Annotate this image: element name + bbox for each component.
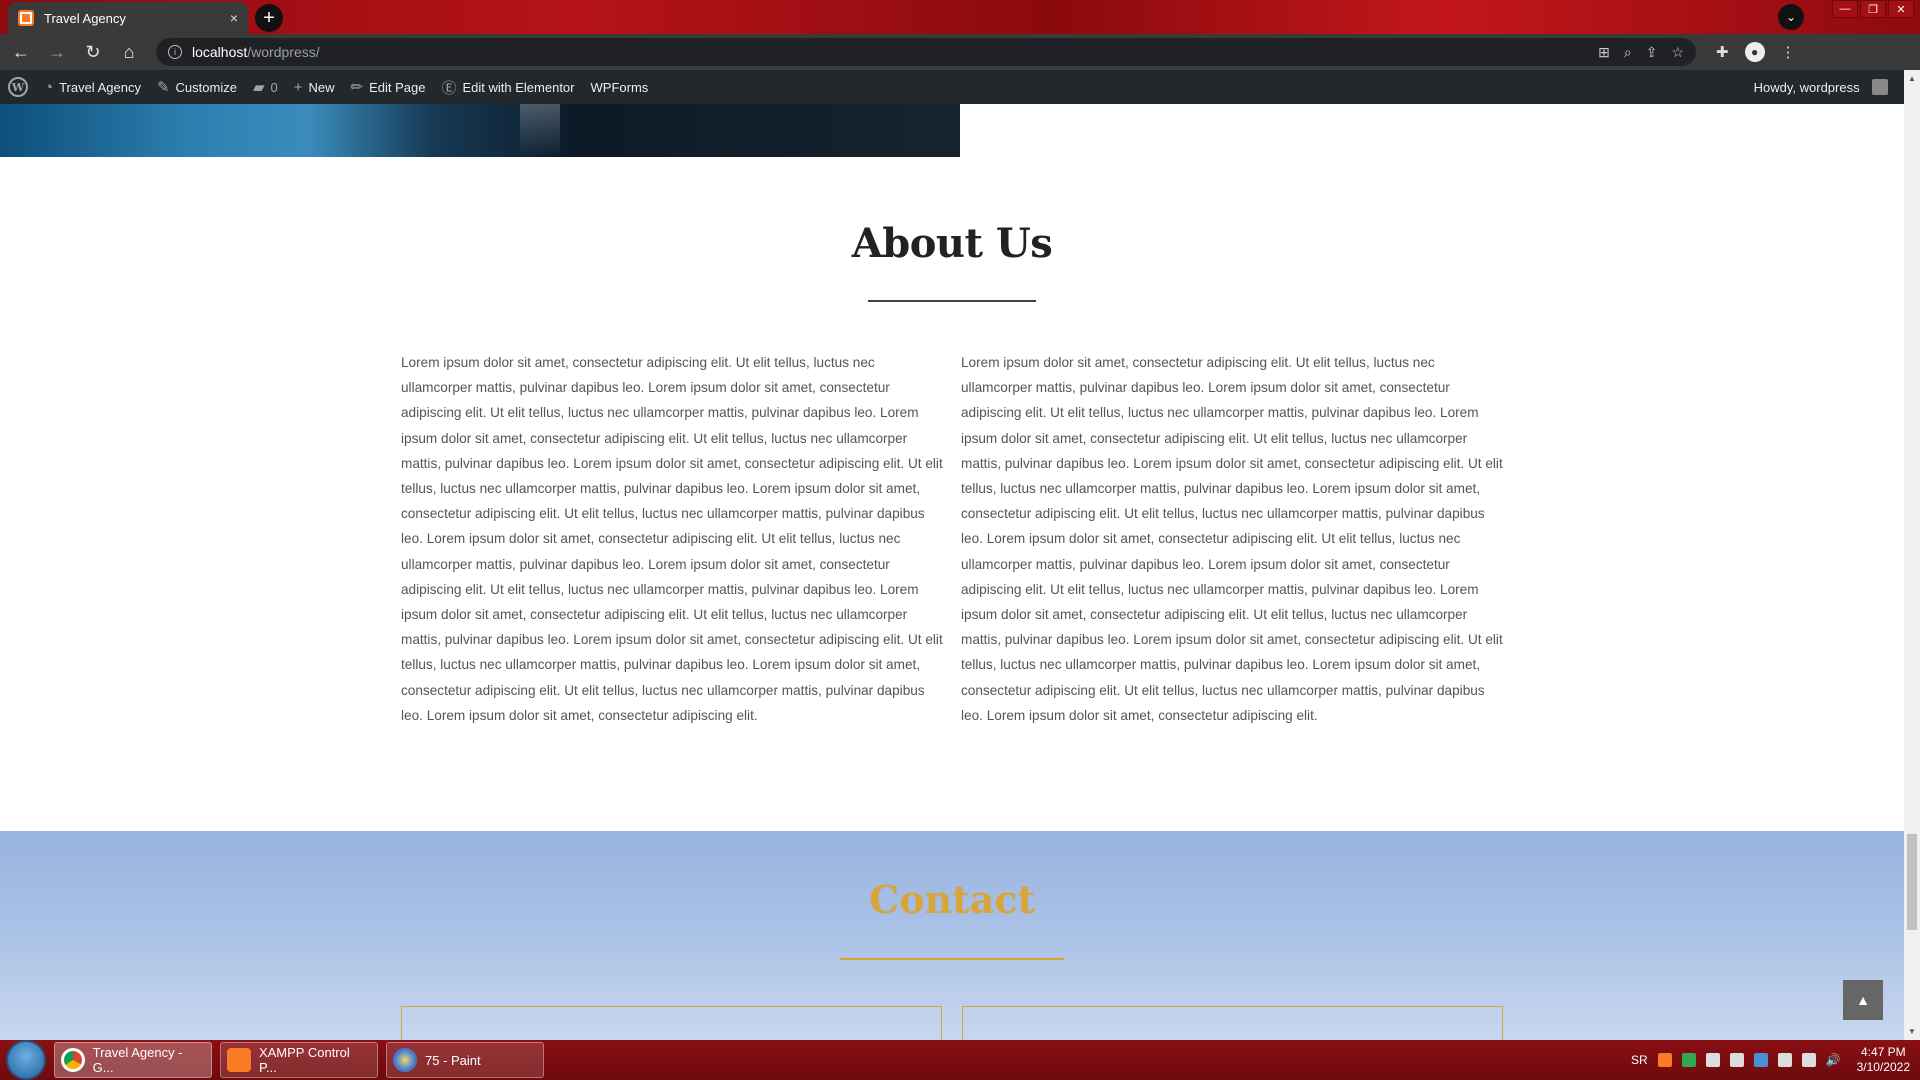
chrome-icon — [61, 1048, 85, 1072]
site-info-icon[interactable]: i — [168, 45, 182, 59]
new-content-menu[interactable]: + New — [286, 70, 343, 104]
clock[interactable]: 4:47 PM 3/10/2022 — [1857, 1045, 1910, 1075]
taskbar-item-label: XAMPP Control P... — [258, 1045, 350, 1075]
share-icon[interactable]: ⇪ — [1646, 44, 1658, 61]
bookmark-star-icon[interactable]: ☆ — [1671, 44, 1684, 61]
paint-icon — [393, 1048, 417, 1072]
contact-divider — [840, 958, 1064, 960]
profile-icon[interactable]: ● — [1744, 42, 1765, 62]
page-viewport: About Us Lorem ipsum dolor sit amet, con… — [0, 104, 1904, 1040]
contact-box-right — [962, 1006, 1503, 1040]
xampp-icon — [227, 1048, 251, 1072]
edit-elementor-link[interactable]: Ⓔ Edit with Elementor — [433, 70, 582, 104]
action-center-icon[interactable] — [1777, 1053, 1792, 1067]
minimize-icon[interactable]: — — [1832, 0, 1858, 18]
elementor-icon: Ⓔ — [441, 79, 457, 97]
scroll-down-icon[interactable]: ▼ — [1908, 1027, 1916, 1036]
scroll-up-icon[interactable]: ▲ — [1908, 74, 1916, 83]
taskbar-item-chrome[interactable]: Travel Agency - G... — [54, 1042, 212, 1078]
volume-icon[interactable]: 🔊 — [1826, 1053, 1841, 1067]
pencil-icon: ✏ — [350, 79, 364, 96]
menu-kebab-icon[interactable]: ⋮ — [1781, 43, 1796, 61]
wpforms-label: WPForms — [590, 79, 649, 95]
tab-close-icon[interactable]: × — [230, 10, 238, 26]
avatar — [1871, 79, 1888, 95]
edit-elementor-label: Edit with Elementor — [462, 79, 575, 95]
shield-icon[interactable] — [1681, 1053, 1696, 1067]
wp-logo-menu[interactable]: W — [0, 70, 36, 104]
address-bar[interactable]: i localhost/wordpress/ ⊞ ⌕ ⇪ ☆ — [156, 38, 1696, 66]
account-menu[interactable]: Howdy, wordpress — [1746, 70, 1896, 104]
home-icon[interactable]: ⌂ — [114, 37, 144, 67]
taskbar-item-label: 75 - Paint — [425, 1052, 481, 1068]
comment-icon: ▰ — [252, 79, 265, 96]
taskbar-item-xampp[interactable]: XAMPP Control P... — [220, 1042, 378, 1078]
system-tray: SR 🔊 4:47 PM 3/10/2022 — [1631, 1045, 1920, 1075]
display-icon[interactable] — [1801, 1053, 1816, 1067]
new-label: New — [308, 79, 335, 95]
contact-title: Contact — [868, 877, 1036, 922]
browser-toolbar: ← → ↻ ⌂ i localhost/wordpress/ ⊞ ⌕ ⇪ ☆ ✚… — [0, 34, 1920, 70]
forward-icon[interactable]: → — [42, 37, 72, 67]
xampp-tray-icon[interactable] — [1657, 1053, 1672, 1067]
dashboard-icon: ◔ — [44, 78, 54, 96]
flag-icon[interactable] — [1753, 1053, 1768, 1067]
start-button[interactable] — [6, 1040, 46, 1080]
browser-tab[interactable]: Travel Agency × — [8, 2, 248, 34]
reload-icon[interactable]: ↻ — [78, 37, 108, 67]
wp-admin-bar: W ◔ Travel Agency ✎ Customize ▰ 0 + New … — [0, 70, 1920, 104]
url-path: /wordpress/ — [247, 44, 320, 60]
howdy-label: Howdy, wordpress — [1753, 79, 1860, 95]
clock-date: 3/10/2022 — [1856, 1060, 1910, 1074]
about-text-left: Lorem ipsum dolor sit amet, consectetur … — [401, 355, 943, 723]
restore-icon[interactable]: ❐ — [1860, 0, 1886, 18]
site-name-menu[interactable]: ◔ Travel Agency — [36, 70, 149, 104]
customize-label: Customize — [175, 79, 237, 95]
language-indicator[interactable]: SR — [1631, 1053, 1648, 1067]
about-text-right: Lorem ipsum dolor sit amet, consectetur … — [961, 355, 1503, 723]
tab-title: Travel Agency — [44, 10, 126, 26]
site-name-label: Travel Agency — [59, 79, 141, 95]
plus-icon: + — [293, 78, 303, 96]
taskbar-item-label: Travel Agency - G... — [92, 1045, 183, 1075]
zoom-icon[interactable]: ⌕ — [1624, 44, 1632, 61]
page-scrollbar[interactable]: ▲ ▼ — [1904, 70, 1920, 1040]
contact-section: Contact — [0, 831, 1904, 1040]
wpforms-link[interactable]: WPForms — [583, 70, 657, 104]
taskbar-item-paint[interactable]: 75 - Paint — [386, 1042, 544, 1078]
window-controls: — ❐ ✕ — [1832, 0, 1914, 18]
comments-count: 0 — [270, 79, 278, 95]
translate-icon[interactable]: ⊞ — [1598, 44, 1610, 61]
wordpress-logo-icon: W — [8, 77, 28, 97]
extensions-icon[interactable]: ✚ — [1716, 43, 1729, 61]
scroll-to-top-button[interactable]: ▲ — [1843, 980, 1883, 1020]
new-tab-button[interactable]: + — [255, 4, 283, 32]
xampp-favicon-icon — [18, 10, 34, 26]
hero-image — [0, 104, 960, 157]
windows-taskbar: Travel Agency - G... XAMPP Control P... … — [0, 1040, 1920, 1080]
about-title: About Us — [851, 220, 1053, 267]
network-icon[interactable] — [1705, 1053, 1720, 1067]
brush-icon: ✎ — [156, 79, 170, 96]
contact-box-left — [401, 1006, 942, 1040]
clock-time: 4:47 PM — [1860, 1045, 1906, 1059]
about-divider — [868, 300, 1036, 302]
edit-page-label: Edit Page — [369, 79, 426, 95]
printer-icon[interactable] — [1729, 1053, 1744, 1067]
scrollbar-thumb[interactable] — [1907, 834, 1917, 930]
edit-page-link[interactable]: ✏ Edit Page — [343, 70, 434, 104]
back-icon[interactable]: ← — [6, 37, 36, 67]
customize-link[interactable]: ✎ Customize — [149, 70, 245, 104]
comments-link[interactable]: ▰ 0 — [245, 70, 286, 104]
tab-search-icon[interactable]: ⌄ — [1778, 4, 1804, 30]
close-window-icon[interactable]: ✕ — [1888, 0, 1914, 18]
url-host: localhost — [192, 44, 248, 60]
browser-tab-strip: Travel Agency × + ⌄ — ❐ ✕ — [0, 0, 1920, 34]
